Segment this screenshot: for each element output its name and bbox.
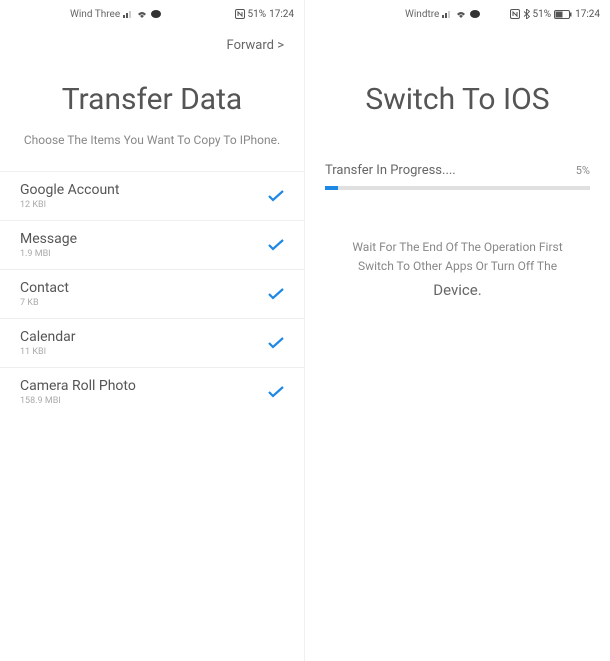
clock: 17:24 — [575, 9, 600, 20]
item-label: Contact — [20, 280, 69, 296]
page-subtitle: Choose The Items You Want To Copy To IPh… — [0, 131, 304, 149]
wait-line: Wait For The End Of The Operation First — [352, 240, 562, 254]
item-size: 12 KBI — [20, 200, 119, 210]
checkmark-icon — [268, 236, 284, 255]
page-title: Transfer Data — [0, 82, 304, 117]
nfc-icon — [235, 9, 245, 19]
item-size: 1.9 MBI — [20, 249, 77, 259]
battery-icon — [554, 10, 572, 19]
progress-fill — [325, 186, 338, 190]
progress-bar — [325, 186, 590, 190]
item-label: Calendar — [20, 329, 76, 345]
item-size: 7 KB — [20, 298, 69, 308]
bluetooth-icon — [523, 9, 530, 19]
checkmark-icon — [268, 285, 284, 304]
chat-icon — [470, 10, 480, 19]
switch-to-ios-screen: Windtre 51% 17:24 Switch To I — [305, 0, 610, 661]
checkmark-icon — [268, 383, 284, 402]
wait-line-device: Device. — [335, 278, 580, 302]
signal-icon — [442, 10, 452, 18]
wifi-icon — [136, 10, 148, 19]
list-item-google-account[interactable]: Google Account 12 KBI — [0, 171, 304, 221]
wait-message: Wait For The End Of The Operation First … — [305, 238, 610, 302]
signal-icon — [123, 10, 133, 18]
status-bar: Windtre 51% 17:24 — [305, 0, 610, 28]
status-bar: Wind Three 51% 17:24 — [0, 0, 304, 28]
list-item-message[interactable]: Message 1.9 MBI — [0, 221, 304, 270]
progress-percent: 5% — [576, 164, 590, 177]
carrier-label: Wind Three — [70, 9, 120, 20]
item-label: Google Account — [20, 182, 119, 198]
forward-button[interactable]: Forward > — [227, 38, 284, 53]
list-item-calendar[interactable]: Calendar 11 KBI — [0, 319, 304, 368]
checkmark-icon — [268, 334, 284, 353]
nav-bar: Forward > — [0, 28, 304, 62]
list-item-contact[interactable]: Contact 7 KB — [0, 270, 304, 319]
nfc-icon — [510, 9, 520, 19]
item-size: 158.9 MBI — [20, 396, 136, 406]
items-list: Google Account 12 KBI Message 1.9 MBI Co… — [0, 171, 304, 416]
progress-label: Transfer In Progress.... — [325, 163, 456, 178]
battery-pct: 51% — [248, 9, 267, 20]
clock: 17:24 — [269, 9, 294, 20]
battery-pct: 51% — [533, 9, 552, 20]
transfer-data-screen: Wind Three 51% 17:24 Forward > Transfer … — [0, 0, 305, 661]
wait-line: Switch To Other Apps Or Turn Off The — [358, 259, 557, 273]
item-label: Camera Roll Photo — [20, 378, 136, 394]
progress-section: Transfer In Progress.... 5% — [305, 163, 610, 190]
carrier-label: Windtre — [405, 9, 439, 20]
wifi-icon — [455, 10, 467, 19]
item-label: Message — [20, 231, 77, 247]
list-item-camera-roll[interactable]: Camera Roll Photo 158.9 MBI — [0, 368, 304, 416]
page-title: Switch To IOS — [305, 82, 610, 117]
chat-icon — [151, 10, 161, 19]
item-size: 11 KBI — [20, 347, 76, 357]
checkmark-icon — [268, 187, 284, 206]
